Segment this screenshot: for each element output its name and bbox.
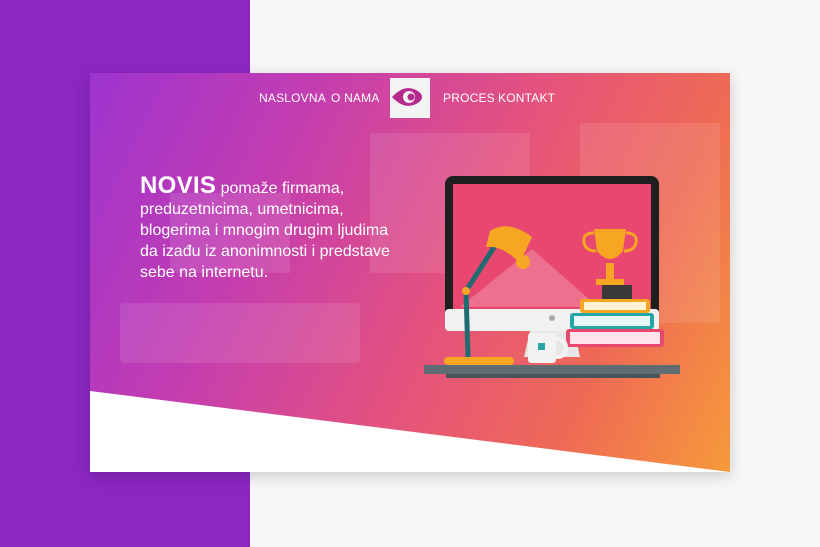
nav-link-o-nama[interactable]: O NAMA [331, 91, 380, 105]
brand-name: NOVIS [140, 172, 217, 199]
top-navigation: NASLOVNA O NAMA PROCES KONTAKT [90, 73, 730, 123]
hero-description: NOVIS pomaže firmama, preduzetnicima, um… [140, 172, 390, 283]
logo[interactable] [390, 78, 430, 118]
books-icon [566, 299, 664, 347]
nav-link-kontakt[interactable]: KONTAKT [498, 91, 555, 105]
nav-link-naslovna[interactable]: NASLOVNA [259, 91, 326, 105]
hero-banner: NASLOVNA O NAMA PROCES KONTAKT NOVIS pom… [90, 73, 730, 472]
desk-icon [424, 365, 680, 378]
eye-icon [392, 88, 422, 106]
workspace-illustration [424, 176, 680, 378]
landing-card: NASLOVNA O NAMA PROCES KONTAKT NOVIS pom… [90, 73, 730, 472]
nav-link-proces[interactable]: PROCES [443, 91, 495, 105]
